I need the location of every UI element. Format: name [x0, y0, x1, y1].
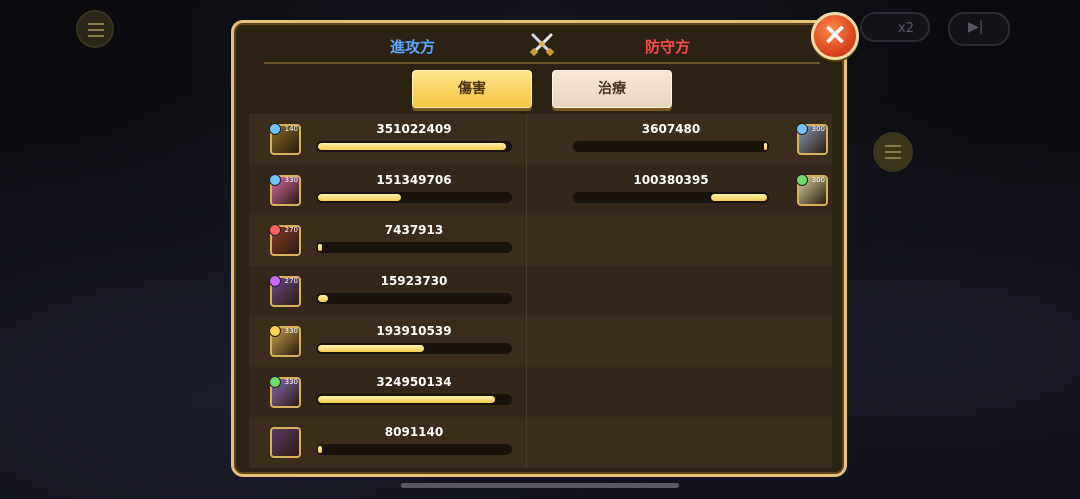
damage-bar [573, 141, 769, 152]
damage-bar [316, 141, 512, 152]
hero-level: 270 [284, 226, 298, 234]
element-badge-icon [269, 274, 281, 287]
hero-level: 140 [284, 125, 298, 133]
damage-bar-fill [318, 143, 507, 150]
attacker-hero-avatar[interactable]: 330 [269, 375, 301, 408]
table-row: 330 151349706 300 100380395 [249, 164, 832, 216]
element-badge-icon [796, 123, 808, 135]
damage-bar-fill [318, 345, 424, 352]
damage-bar [316, 242, 512, 253]
element-badge-icon [796, 173, 808, 186]
attacker-hero-avatar[interactable]: 270 [269, 274, 301, 307]
damage-bar [316, 343, 512, 354]
stats-list: 140 351022409 300 3607480 330 151349706 300 100… [249, 114, 832, 468]
element-badge-icon [269, 375, 281, 388]
hero-level: 330 [284, 175, 298, 184]
close-button[interactable]: × [811, 12, 859, 60]
speed-button[interactable]: x2 [860, 12, 930, 42]
defender-hero-avatar[interactable]: 300 [796, 123, 828, 155]
tab-damage[interactable]: 傷害 [412, 70, 532, 108]
attacker-hero-avatar[interactable]: 330 [269, 173, 301, 206]
damage-bar [316, 292, 512, 304]
damage-bar-fill [711, 193, 767, 201]
element-badge-icon [269, 123, 281, 135]
damage-value: 351022409 [376, 122, 452, 136]
panel-header: 進攻方 防守方 [234, 23, 844, 69]
defender-hero-avatar[interactable]: 300 [796, 173, 828, 206]
close-icon: × [822, 17, 848, 52]
table-row: 270 15923730 [249, 265, 832, 317]
list-icon[interactable] [873, 132, 913, 172]
damage-bar [316, 191, 512, 203]
damage-value: 324950134 [376, 374, 452, 389]
attacker-label: 進攻方 [390, 38, 436, 56]
hero-level: 270 [284, 276, 298, 285]
hero-level: 330 [284, 377, 298, 386]
skip-button[interactable] [948, 12, 1010, 46]
table-row: 270 7437913 [249, 215, 832, 266]
hero-level: 330 [284, 327, 298, 335]
damage-value: 193910539 [376, 324, 452, 338]
damage-bar-fill [318, 193, 401, 201]
battle-stats-panel: 進攻方 防守方 傷害 治療 140 351022409 300 3607480 330 1… [231, 20, 847, 477]
attacker-hero-avatar[interactable] [270, 427, 301, 458]
damage-bar-fill [764, 143, 767, 150]
damage-value: 8091140 [384, 425, 444, 439]
defender-label: 防守方 [645, 38, 691, 56]
damage-bar-fill [318, 244, 322, 251]
hero-level: 300 [811, 125, 825, 133]
table-row: 330 324950134 [249, 366, 832, 418]
hero-level: 300 [811, 175, 825, 184]
damage-value: 7437913 [384, 223, 444, 237]
attacker-hero-avatar[interactable]: 140 [269, 123, 301, 155]
damage-bar [573, 191, 769, 203]
element-badge-icon [269, 224, 281, 236]
damage-value: 3607480 [641, 122, 701, 136]
crossed-swords-icon [529, 33, 555, 57]
center-divider [526, 114, 527, 467]
damage-bar [316, 393, 512, 405]
element-badge-icon [269, 325, 281, 337]
table-row: 140 351022409 300 3607480 [249, 114, 832, 165]
attacker-hero-avatar[interactable]: 330 [269, 325, 301, 357]
damage-value: 15923730 [380, 273, 448, 288]
damage-bar [316, 444, 512, 455]
tab-heal[interactable]: 治療 [552, 70, 672, 108]
damage-value: 100380395 [633, 172, 709, 187]
table-row: 8091140 [249, 417, 832, 468]
attacker-hero-avatar[interactable]: 270 [269, 224, 301, 256]
header-divider [264, 62, 820, 64]
menu-icon[interactable] [76, 10, 114, 48]
damage-bar-fill [318, 294, 328, 302]
element-badge-icon [269, 173, 281, 186]
damage-value: 151349706 [376, 172, 452, 187]
table-row: 330 193910539 [249, 316, 832, 367]
damage-bar-fill [318, 446, 322, 453]
damage-bar-fill [318, 395, 495, 403]
home-indicator [401, 483, 679, 488]
